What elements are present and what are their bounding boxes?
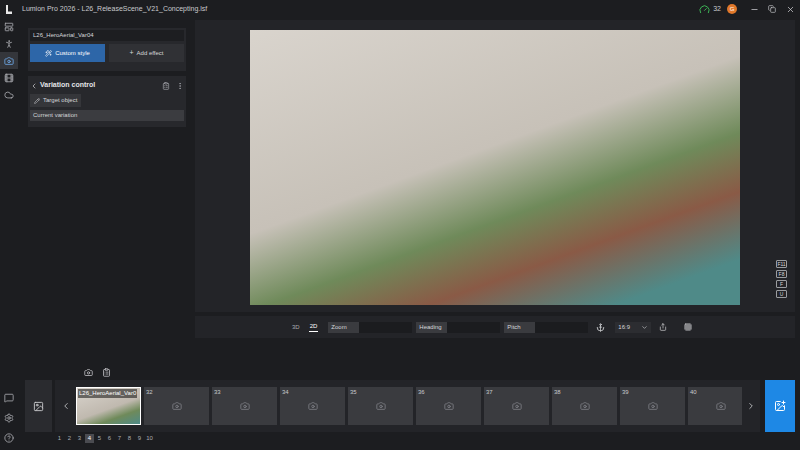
back-icon[interactable] [30,82,38,90]
rail-help-button[interactable] [0,429,18,446]
view-control-bar: 3D 2D Zoom Heading Pitch 16:9 [195,316,795,338]
page-button[interactable]: 3 [75,434,84,443]
camera-icon [716,401,726,411]
camera-field[interactable]: Zoom [328,322,412,333]
fps-counter: 32 [713,4,721,15]
view-mode-tab[interactable]: 2D [309,322,319,332]
empty-photo-slot[interactable]: 35 [348,387,413,425]
style-card: L26_HeroAerial_Var04 Custom style+Add eff… [28,28,186,71]
rail-movie-button[interactable] [0,69,18,86]
restore-icon[interactable] [765,5,779,13]
more-icon[interactable] [176,82,184,90]
empty-photo-slot[interactable]: 36 [416,387,481,425]
camera-icon [444,401,454,411]
user-avatar[interactable]: G [727,4,737,14]
target-object-button[interactable]: Target object [30,94,81,107]
previous-icon[interactable] [55,401,76,411]
shortcut-key: U [776,290,787,298]
page-button[interactable]: 8 [125,434,134,443]
page-button[interactable]: 9 [135,434,144,443]
empty-photo-slot[interactable]: 40 [688,387,742,425]
level-horizon-icon[interactable] [596,323,605,332]
page-button[interactable]: 6 [105,434,114,443]
export-icon [4,90,14,100]
photo-album-button[interactable] [25,380,52,432]
camera-icon [512,401,522,411]
rail-layout-button[interactable] [0,18,18,35]
custom-style-button[interactable]: Custom style [30,44,105,62]
page-button[interactable]: 5 [95,434,104,443]
album-icon [33,401,44,412]
clear-photos-icon[interactable] [102,368,111,377]
shortcut-key: F11 [776,260,787,268]
photo-thumbnail[interactable]: L26_HeroAerial_Var0 [76,387,141,425]
camera-icon [580,401,590,411]
person-icon [4,39,14,49]
page-button[interactable]: 2 [65,434,74,443]
view-mode-tab[interactable]: 3D [291,323,301,332]
take-photo-icon[interactable] [84,368,93,377]
page-button[interactable]: 4 [85,434,94,443]
variation-control-card: Variation control Target object Current va… [28,76,186,127]
variation-control-title: Variation control [40,80,95,91]
layout-icon [4,22,14,32]
share-icon[interactable] [659,323,667,331]
performance-gauge-icon [699,4,710,15]
page-button[interactable]: 1 [55,434,64,443]
close-icon[interactable] [783,5,797,14]
page-button[interactable]: 10 [145,434,154,443]
camera-field[interactable]: Pitch [504,322,588,333]
camera-icon [172,401,182,411]
viewport: F11 F8 FU [195,20,795,312]
empty-photo-slot[interactable]: 33 [212,387,277,425]
camera-icon [308,401,318,411]
window-title: Lumion Pro 2026 - L26_ReleaseScene_V21_C… [22,4,207,15]
title-bar: Lumion Pro 2026 - L26_ReleaseScene_V21_C… [0,0,800,18]
settings-icon [4,413,14,423]
style-wand-icon [45,50,52,57]
render-preview[interactable] [250,30,740,305]
page-selector: 12345678910 [18,434,800,443]
current-variation-bar[interactable]: Current variation [30,110,184,121]
camera-icon [4,56,14,66]
movie-icon [4,73,14,83]
empty-photo-slot[interactable]: 37 [484,387,549,425]
shortcut-key: F8 [776,270,787,278]
shortcut-key: F [776,280,787,288]
empty-photo-slot[interactable]: 32 [144,387,209,425]
plus-icon: + [129,48,133,59]
add-effect-button[interactable]: +Add effect [109,44,184,62]
camera-icon [648,401,658,411]
pencil-icon [34,98,40,104]
chevron-down-icon [641,324,648,331]
rail-chat-button[interactable] [0,389,18,406]
chat-icon [4,393,14,403]
clipboard-icon[interactable] [162,82,170,90]
camera-icon [240,401,250,411]
next-icon[interactable] [742,401,760,411]
rail-person-button[interactable] [0,35,18,52]
minimize-icon[interactable] [747,5,761,14]
rail-export-button[interactable] [0,86,18,103]
grid-icon[interactable] [684,323,692,331]
lumion-logo-icon [4,4,14,14]
left-rail [0,18,18,450]
empty-photo-slot[interactable]: 34 [280,387,345,425]
camera-icon [376,401,386,411]
render-image-icon [774,400,786,412]
page-button[interactable]: 7 [115,434,124,443]
variation-name-field[interactable]: L26_HeroAerial_Var04 [30,30,184,41]
rail-camera-button[interactable] [0,52,18,69]
render-image-button[interactable] [765,380,795,432]
camera-field[interactable]: Heading [416,322,500,333]
lumion-window: Lumion Pro 2026 - L26_ReleaseScene_V21_C… [0,0,800,450]
rail-settings-button[interactable] [0,409,18,426]
empty-photo-slot[interactable]: 38 [552,387,617,425]
empty-photo-slot[interactable]: 39 [620,387,685,425]
aspect-ratio-dropdown[interactable]: 16:9 [615,322,651,333]
help-icon [4,433,14,443]
photo-strip: L26_HeroAerial_Var0323334353637383940 [55,380,760,432]
